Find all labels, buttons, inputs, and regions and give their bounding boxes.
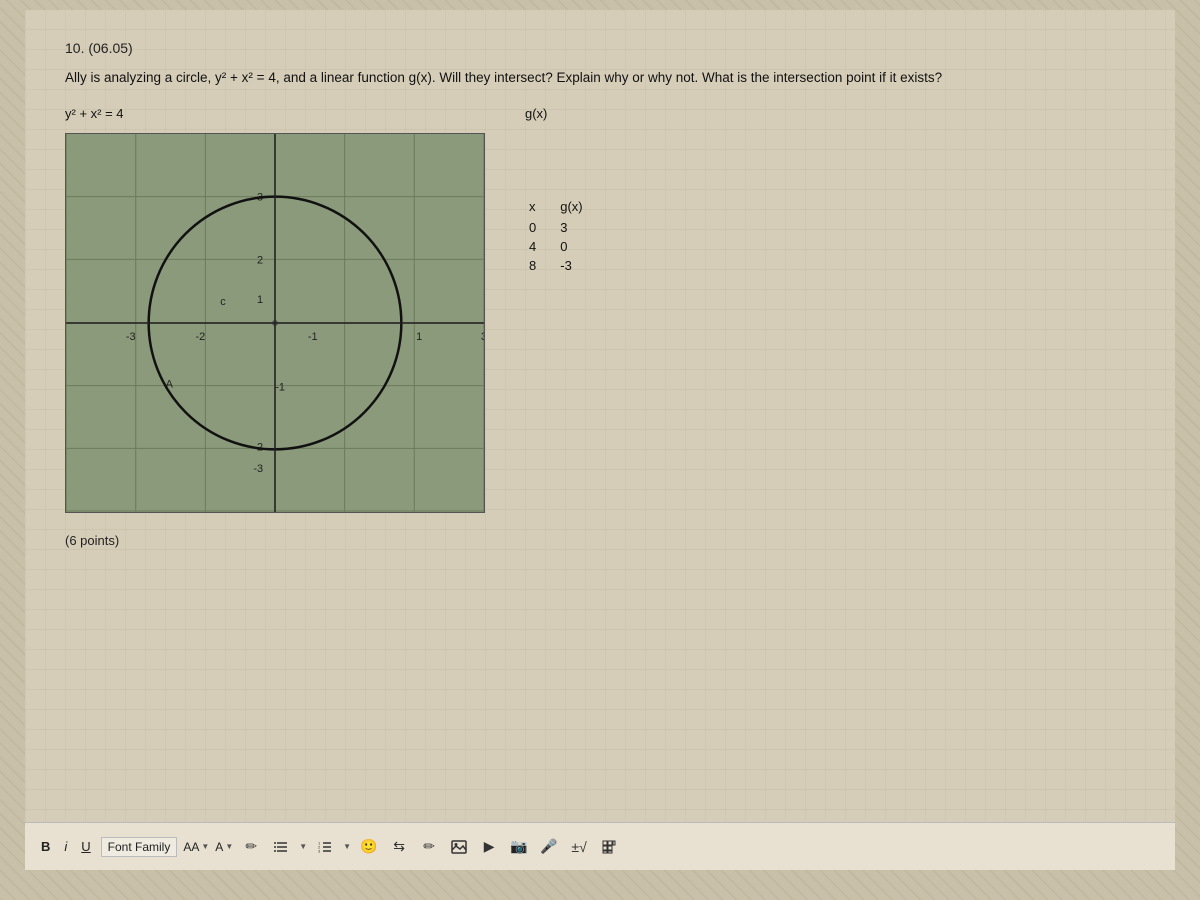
table-row: 0 3	[525, 218, 603, 237]
svg-text:-3: -3	[126, 331, 136, 343]
svg-text:3: 3	[318, 848, 321, 853]
list-bullet-dropdown-arrow[interactable]: ▼	[299, 842, 307, 851]
gx-title: g(x)	[525, 106, 603, 121]
problem-text: Ally is analyzing a circle, y² + x² = 4,…	[65, 68, 1045, 88]
draw-icon[interactable]: ✏	[417, 835, 441, 859]
svg-text:-1: -1	[308, 331, 318, 343]
table-row: 4 0	[525, 237, 603, 256]
mic-icon[interactable]: 🎤	[537, 835, 561, 859]
list-number-dropdown-arrow[interactable]: ▼	[343, 842, 351, 851]
cell-gx-2: -3	[556, 256, 602, 275]
data-table: x g(x) 0 3 4 0 8 -3	[525, 197, 603, 275]
svg-text:-2: -2	[196, 331, 206, 343]
problem-number: 10. (06.05)	[65, 40, 1135, 56]
svg-text:1: 1	[257, 294, 263, 306]
emoji-icon[interactable]: 🙂	[357, 835, 381, 859]
cell-gx-0: 3	[556, 218, 602, 237]
svg-text:1: 1	[416, 331, 422, 343]
list-bullet-icon[interactable]	[269, 835, 293, 859]
right-section: g(x) x g(x) 0 3 4 0	[525, 106, 603, 513]
formula-icon[interactable]: ±√	[567, 835, 591, 859]
aa-label: AA	[183, 840, 199, 854]
font-family-button[interactable]: Font Family	[101, 837, 178, 857]
answer-area[interactable]	[65, 548, 1135, 748]
camera-icon[interactable]: 📷	[507, 835, 531, 859]
graph-container: -3 -2 -1 1 3 3 2 1 -1 -2 -3 c A	[65, 133, 485, 513]
svg-text:3: 3	[481, 331, 484, 343]
table-container: x g(x) 0 3 4 0 8 -3	[525, 197, 603, 275]
page-container: 10. (06.05) Ally is analyzing a circle, …	[25, 10, 1175, 870]
link-icon[interactable]: ⇆	[387, 835, 411, 859]
graph-svg: -3 -2 -1 1 3 3 2 1 -1 -2 -3 c A	[66, 134, 484, 512]
table-header-row: x g(x)	[525, 197, 603, 218]
a-label: A	[215, 840, 223, 854]
cell-x-1: 4	[525, 237, 556, 256]
cell-x-0: 0	[525, 218, 556, 237]
underline-button[interactable]: U	[77, 837, 94, 856]
a-dropdown[interactable]: A ▼	[215, 840, 233, 854]
svg-text:2: 2	[257, 255, 263, 267]
cell-x-2: 8	[525, 256, 556, 275]
table-row: 8 -3	[525, 256, 603, 275]
image-icon[interactable]	[447, 835, 471, 859]
aa-dropdown-arrow: ▼	[201, 842, 209, 851]
bold-button[interactable]: B	[37, 837, 54, 856]
pencil-icon[interactable]: ✏	[239, 835, 263, 859]
content-area: y² + x² = 4	[65, 106, 1135, 513]
toolbar: B i U Font Family AA ▼ A ▼ ✏ ▼ 123 ▼ 🙂 ⇆…	[25, 822, 1175, 870]
left-section: y² + x² = 4	[65, 106, 485, 513]
grid-icon[interactable]	[597, 835, 621, 859]
svg-text:c: c	[220, 296, 226, 308]
col-header-gx: g(x)	[556, 197, 602, 218]
svg-text:-1: -1	[275, 382, 285, 394]
aa-dropdown[interactable]: AA ▼	[183, 840, 209, 854]
points-label: (6 points)	[65, 533, 1135, 548]
col-header-x: x	[525, 197, 556, 218]
italic-button[interactable]: i	[60, 837, 71, 856]
a-dropdown-arrow: ▼	[225, 842, 233, 851]
circle-equation-label: y² + x² = 4	[65, 106, 485, 121]
video-icon[interactable]: ▶	[477, 835, 501, 859]
list-number-icon[interactable]: 123	[313, 835, 337, 859]
svg-text:-3: -3	[253, 463, 263, 475]
cell-gx-1: 0	[556, 237, 602, 256]
